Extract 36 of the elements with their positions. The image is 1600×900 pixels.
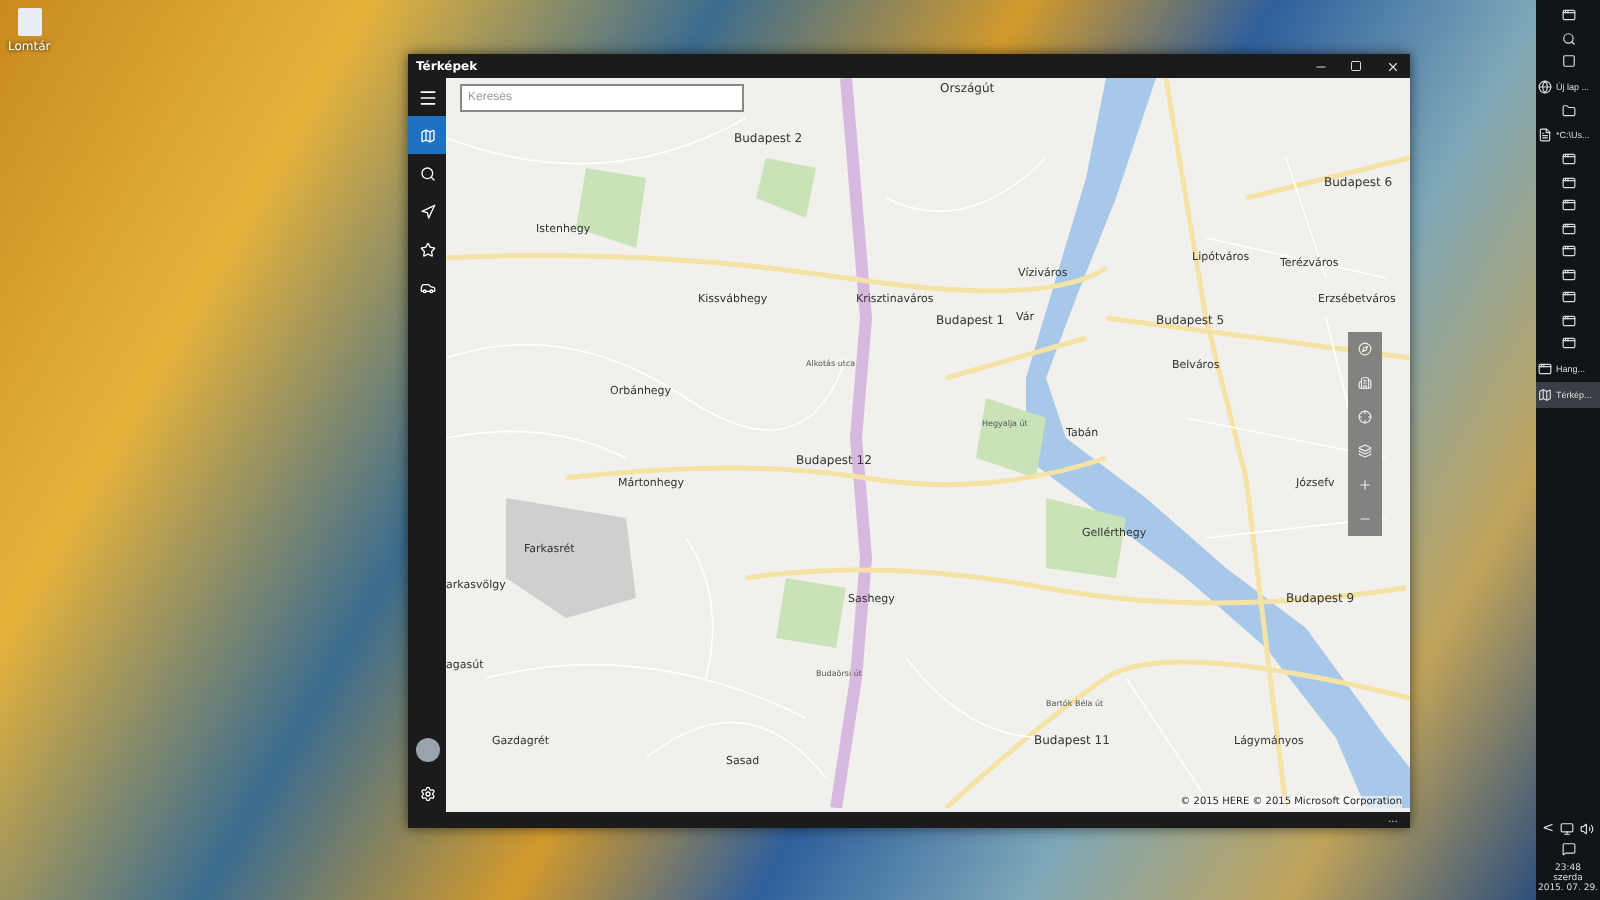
notification-icon[interactable]	[1561, 842, 1575, 856]
close-icon	[1385, 59, 1399, 73]
directions-icon	[419, 203, 435, 219]
map-tab[interactable]	[408, 116, 446, 154]
app-icon	[1561, 175, 1575, 190]
notepad-icon	[1538, 128, 1552, 142]
buildings-icon	[1358, 376, 1372, 390]
network-icon[interactable]	[1559, 821, 1574, 835]
crosshair-icon	[1358, 410, 1372, 424]
maximize-icon	[1350, 60, 1362, 72]
plus-icon	[1358, 478, 1372, 492]
taskview-icon	[1561, 54, 1575, 69]
app-icon	[1561, 221, 1575, 236]
menu-icon	[417, 87, 437, 107]
traffic-icon	[419, 279, 435, 295]
app-icon	[1561, 198, 1575, 213]
favorites-icon	[419, 241, 435, 257]
app-icon	[1561, 244, 1575, 259]
app-icon	[1561, 290, 1575, 305]
search-icon	[1561, 31, 1575, 46]
search-icon	[419, 165, 435, 181]
folder-icon	[1561, 103, 1575, 118]
volume-icon[interactable]	[1579, 821, 1594, 835]
app-icon	[1561, 152, 1575, 167]
map-icon	[419, 127, 435, 143]
browser-icon	[1538, 79, 1552, 93]
settings-icon	[419, 785, 435, 801]
app-icon	[1561, 313, 1575, 328]
app-icon	[1538, 361, 1552, 375]
app-icon	[1561, 336, 1575, 351]
compass-icon	[1358, 342, 1372, 356]
maps-icon	[1538, 387, 1552, 401]
avatar-icon[interactable]	[415, 738, 439, 762]
layers-icon	[1358, 444, 1372, 458]
app-icon	[1561, 267, 1575, 282]
minus-icon	[1358, 512, 1372, 526]
